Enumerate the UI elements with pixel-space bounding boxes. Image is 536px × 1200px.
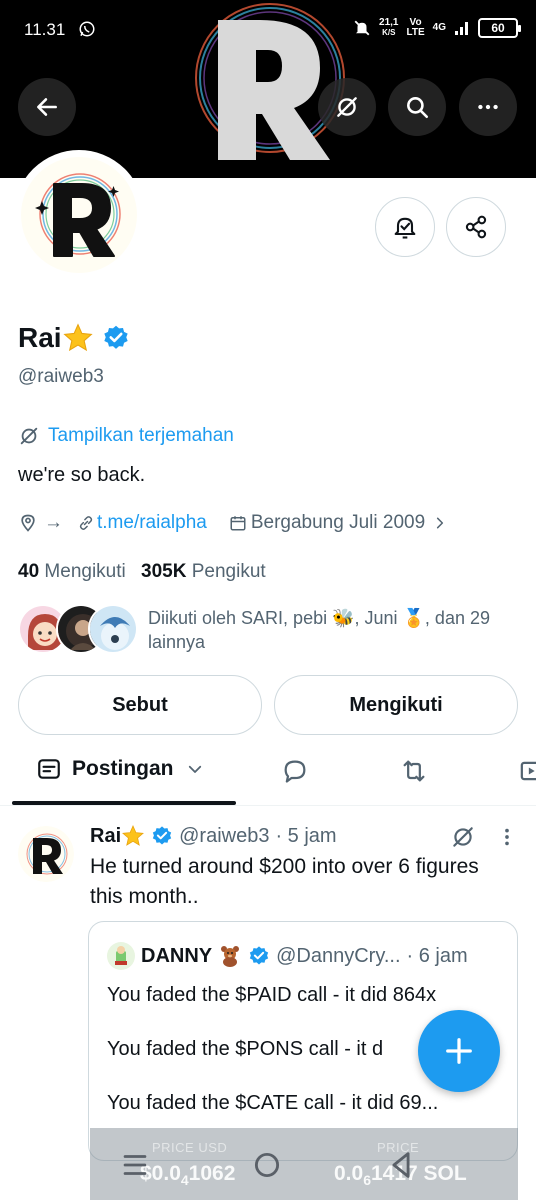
tab-media[interactable]: [516, 757, 536, 785]
profile-avatar[interactable]: [14, 150, 144, 280]
location-pin-icon: [21, 514, 35, 532]
tab-posts-label: Postingan: [72, 757, 174, 780]
search-icon: [407, 97, 429, 119]
battery-icon: 60: [478, 18, 521, 38]
posts-icon: [38, 759, 60, 779]
whatsapp-icon: [79, 21, 95, 37]
share-profile-button[interactable]: [446, 197, 506, 257]
quote-text-line-1: You faded the $PAID call - it did 864x: [107, 984, 437, 1006]
quote-text-line-2: You faded the $PONS call - it d: [107, 1038, 384, 1060]
star-icon: [62, 323, 93, 352]
grok-post-icon[interactable]: [450, 824, 476, 850]
post-author-avatar[interactable]: [18, 826, 74, 882]
quote-author-handle: @DannyCry...: [276, 944, 401, 967]
avatar-logo-image: [21, 157, 137, 273]
translate-bio-link[interactable]: Tampilkan terjemahan: [18, 425, 234, 447]
back-nav-icon[interactable]: [384, 1148, 418, 1182]
chevron-right-icon[interactable]: [433, 516, 447, 530]
translate-label: Tampilkan terjemahan: [48, 425, 234, 446]
mute-notification-icon: [354, 20, 370, 36]
follower-avatar-3: [88, 604, 138, 654]
profile-name: Rai: [18, 322, 62, 353]
profile-name-row: Rai: [18, 322, 130, 354]
star-icon: [122, 825, 145, 846]
location-text: →: [44, 512, 63, 533]
verified-badge-icon[interactable]: [102, 324, 130, 352]
more-dots-icon: [478, 104, 498, 110]
home-nav-icon[interactable]: [250, 1148, 284, 1182]
teddy-bear-icon: [221, 946, 240, 967]
profile-tabs: Postingan: [0, 740, 536, 806]
post-time: · 5 jam: [275, 824, 337, 847]
bell-check-icon: [394, 217, 416, 239]
tab-active-indicator: [12, 801, 236, 805]
post-header: Rai @raiweb3 · 5 jam: [90, 824, 337, 848]
profile-handle: @raiweb3: [18, 366, 104, 387]
price-usd-label: PRICE USD: [152, 1140, 228, 1155]
calendar-icon: [230, 516, 246, 531]
recent-apps-icon[interactable]: [118, 1148, 152, 1182]
search-button[interactable]: [388, 78, 446, 136]
quote-time: · 6 jam: [406, 944, 468, 967]
verified-badge-icon: [249, 946, 269, 965]
post-more-icon[interactable]: [496, 826, 518, 848]
plus-icon: [446, 1038, 472, 1064]
tab-reposts[interactable]: [400, 757, 428, 785]
status-bar: 11.31 21,1 K/S Vo LTE 4G 60: [0, 0, 536, 60]
status-time: 11.31: [24, 20, 66, 39]
quote-author-avatar: [107, 942, 135, 970]
notification-subscribe-button[interactable]: [375, 197, 435, 257]
compose-post-button[interactable]: [418, 1010, 500, 1092]
back-button[interactable]: [18, 78, 76, 136]
more-options-button[interactable]: [459, 78, 517, 136]
network-speed: 21,1 K/S: [379, 17, 399, 38]
quote-author-name: DANNY: [141, 944, 213, 967]
translate-icon: [20, 427, 38, 445]
grok-button[interactable]: [318, 78, 376, 136]
price-usd-value: $0.041062: [140, 1162, 236, 1189]
quoted-post-header: DANNY @DannyCry... · 6 jam: [107, 942, 468, 970]
followed-by-text: Diikuti oleh SARI, pebi 🐝, Juni 🏅, dan 2…: [148, 608, 490, 652]
tab-posts[interactable]: Postingan: [36, 756, 204, 782]
quote-text-line-3: You faded the $CATE call - it did 69...: [107, 1092, 439, 1114]
following-count-link[interactable]: 40 Mengikuti: [18, 561, 126, 582]
profile-bio: we're so back.: [18, 464, 146, 486]
profile-link[interactable]: t.me/raialpha: [97, 512, 207, 534]
volte-indicator: Vo LTE: [406, 17, 425, 38]
profile-meta: → t.me/raialpha Bergabung Juli 2009: [18, 512, 447, 534]
post-author-name[interactable]: Rai: [90, 825, 121, 848]
post-text: He turned around $200 into over 6 figure…: [90, 855, 479, 908]
verified-badge-icon: [152, 826, 172, 845]
mention-button[interactable]: Sebut: [18, 675, 262, 735]
link-icon: [79, 516, 93, 530]
signal-icon: [455, 22, 468, 35]
network-type: 4G: [432, 22, 446, 33]
following-button[interactable]: Mengikuti: [274, 675, 518, 735]
follow-counts: 40 Mengikuti 305K Pengikut: [18, 561, 266, 583]
share-icon: [465, 215, 487, 239]
arrow-left-icon: [37, 98, 57, 116]
joined-date: Bergabung Juli 2009: [250, 512, 426, 533]
post-author-handle: @raiweb3: [179, 824, 270, 847]
price-ticker-overlay: PRICE USD $0.041062 PRICE 0.061417 SOL: [90, 1128, 518, 1200]
followed-by-row[interactable]: Diikuti oleh SARI, pebi 🐝, Juni 🏅, dan 2…: [18, 602, 523, 656]
tab-replies[interactable]: [281, 757, 309, 785]
followers-count-link[interactable]: 305K Pengikut: [141, 561, 266, 582]
chevron-down-icon[interactable]: [186, 760, 204, 778]
grok-icon: [337, 97, 357, 117]
